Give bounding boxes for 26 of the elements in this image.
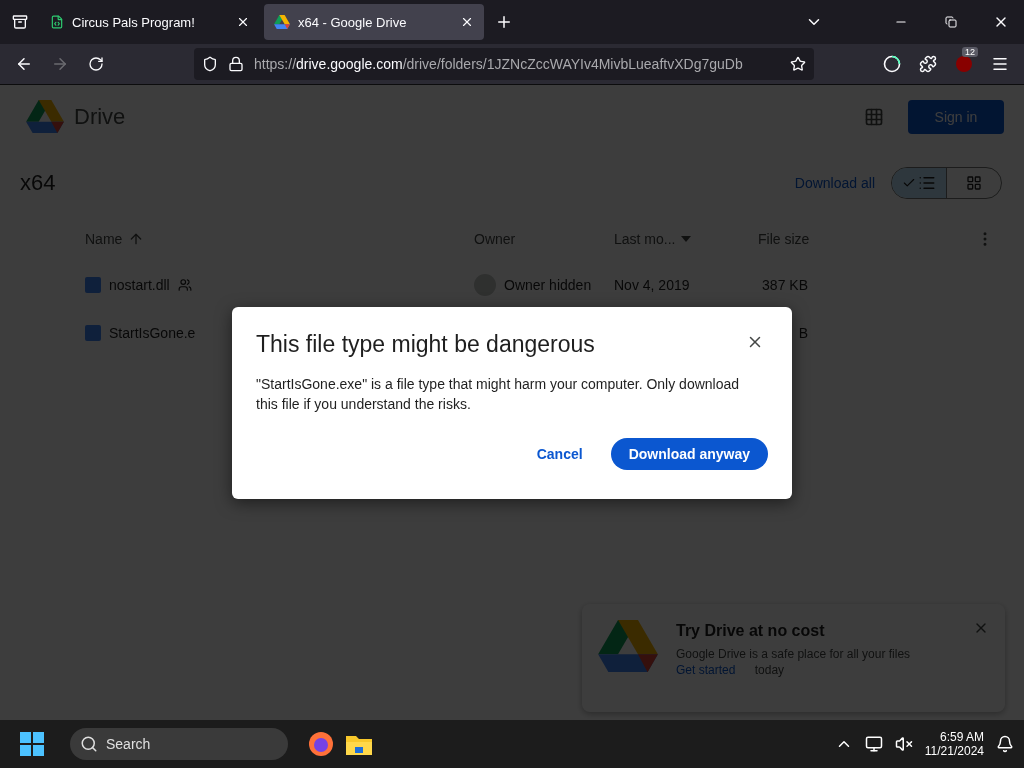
drive-logo-icon [274,15,290,29]
search-icon [80,735,98,753]
network-icon[interactable] [864,735,883,753]
page-icon [50,15,64,29]
taskbar-search[interactable]: Search [70,728,288,760]
browser-tab[interactable]: Circus Pals Program! [40,4,260,40]
close-icon[interactable] [460,15,474,29]
clock[interactable]: 6:59 AM 11/21/2024 [924,730,984,758]
bookmark-star-icon[interactable] [790,56,806,72]
volume-muted-icon[interactable] [894,735,913,753]
dialog-title: This file type might be dangerous [256,331,595,358]
folder-app-icon[interactable] [346,733,372,755]
lock-icon [228,56,244,72]
download-anyway-button[interactable]: Download anyway [610,438,768,470]
shield-icon [202,56,218,72]
cancel-button[interactable]: Cancel [530,438,589,470]
close-icon[interactable] [236,15,250,29]
count-badge: 12 [962,47,978,57]
extension-icon[interactable]: 12 [948,48,980,80]
browser-app-icon[interactable] [308,731,334,757]
start-icon[interactable] [20,732,44,756]
notification-icon[interactable] [996,735,1014,753]
dialog-message: "StartIsGone.exe" is a file type that might harm your computer. Only download this file if you understand the risks. [256,375,741,414]
browser-tab[interactable]: x64 - Google Drive [264,4,484,40]
address-bar[interactable]: https://drive.google.com/drive/folders/1JZNcZccWAYIv4MivbLueaftvXDg7guDb [194,48,814,80]
extension-logo-icon [955,55,973,73]
